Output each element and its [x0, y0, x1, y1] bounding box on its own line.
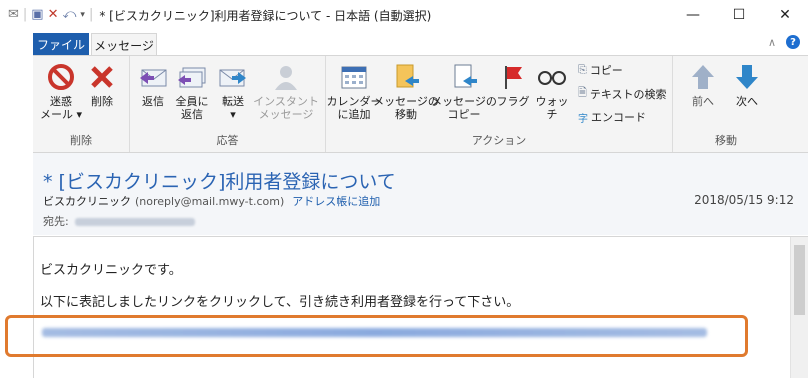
recipient-address-redacted: [74, 218, 195, 226]
flag-icon: [497, 62, 529, 92]
block-icon: [45, 62, 77, 92]
envelope-icon[interactable]: ✉: [8, 7, 19, 23]
group-delete: 迷惑 メール ▾ 削除 削除: [33, 56, 130, 152]
body-greeting: ビスカクリニックです。: [40, 263, 182, 278]
previous-label: 前へ: [692, 95, 714, 108]
close-button[interactable]: ✕: [762, 0, 808, 30]
group-label-delete: 削除: [70, 134, 92, 147]
group-actions: カレンダー に追加 メッセージの 移動 メッセージの コピー フラグ ウォッチ: [326, 56, 673, 152]
reply-icon[interactable]: ⤺: [63, 7, 77, 23]
recipient-line: 宛先:: [43, 213, 195, 229]
add-to-contacts-link[interactable]: アドレス帳に追加: [292, 195, 380, 208]
flag-button[interactable]: フラグ: [496, 62, 530, 108]
encoding-label: エンコード: [591, 111, 646, 124]
body-instruction: 以下に表記しましたリンクをクリックして、引き続き利用者登録を行って下さい。: [40, 295, 520, 310]
document-copy-icon: [448, 62, 480, 92]
reply-button[interactable]: 返信: [136, 62, 170, 108]
window-controls: — ☐ ✕: [670, 0, 808, 30]
copy-icon: ⎘: [578, 63, 587, 76]
save-icon[interactable]: ▣: [31, 7, 43, 23]
watch-label: ウォッチ: [535, 95, 569, 121]
title-bar: ✉ | ▣ ✕ ⤺ ▾ | * [ビスカクリニック]利用者登録について - 日本…: [0, 0, 808, 30]
folder-move-icon: [390, 62, 422, 92]
move-message-label: メッセージの 移動: [373, 95, 439, 121]
scrollbar-thumb[interactable]: [794, 245, 805, 315]
reply-envelope-icon: [137, 62, 169, 92]
encoding-button[interactable]: 字エンコード: [578, 109, 667, 125]
window-title: * [ビスカクリニック]利用者登録について - 日本語 (自動選択): [99, 8, 432, 23]
person-icon: [270, 62, 302, 92]
junk-button[interactable]: 迷惑 メール ▾: [39, 62, 83, 121]
sender-address: (noreply@mail.mwy-t.com): [135, 195, 285, 208]
delete-icon[interactable]: ✕: [48, 7, 59, 23]
encoding-icon: 字: [578, 113, 588, 125]
delete-label: 削除: [91, 95, 113, 108]
group-move: 前へ 次へ 移動: [673, 56, 779, 152]
sender-line: ビスカクリニック (noreply@mail.mwy-t.com) アドレス帳に追加: [43, 193, 380, 209]
help-icon[interactable]: ?: [786, 35, 800, 49]
reply-all-label: 全員に 返信: [175, 95, 209, 121]
to-label: 宛先:: [43, 215, 69, 228]
next-label: 次へ: [736, 95, 758, 108]
link-highlight-box: [5, 315, 748, 357]
copy-message-label: メッセージの コピー: [431, 95, 497, 121]
forward-button[interactable]: 転送 ▾: [216, 62, 250, 121]
ribbon-tabs: ファイル メッセージ ∧ ?: [0, 30, 808, 56]
quick-access-toolbar: ✉ | ▣ ✕ ⤺ ▾ |: [8, 7, 93, 23]
group-label-move: 移動: [715, 134, 737, 147]
reply-all-icon: [176, 62, 208, 92]
delete-button[interactable]: 削除: [85, 62, 119, 108]
next-button[interactable]: 次へ: [731, 62, 763, 108]
arrow-down-icon: [731, 62, 763, 92]
minimize-button[interactable]: —: [670, 0, 716, 30]
delete-x-icon: [86, 62, 118, 92]
move-message-button[interactable]: メッセージの 移動: [373, 62, 439, 121]
copy-label: コピー: [589, 64, 623, 77]
im-button[interactable]: インスタント メッセージ: [253, 62, 319, 121]
arrow-up-icon: [687, 62, 719, 92]
add-calendar-button[interactable]: カレンダー に追加: [327, 62, 382, 121]
copy-button[interactable]: ⎘ コピー: [578, 62, 667, 78]
flag-label: フラグ: [496, 95, 530, 108]
find-text-label: テキストの検索: [589, 87, 667, 101]
watch-button[interactable]: ウォッチ: [532, 62, 572, 121]
message-header: * [ビスカクリニック]利用者登録について ビスカクリニック (noreply@m…: [33, 153, 808, 235]
document-search-icon: 🗎: [578, 86, 587, 99]
dropdown-icon[interactable]: ▾: [80, 7, 85, 23]
small-actions: ⎘ コピー 🗎 テキストの検索 字エンコード: [578, 62, 667, 125]
vertical-scrollbar[interactable]: [790, 237, 808, 378]
forward-icon: [217, 62, 249, 92]
group-label-respond: 応答: [216, 134, 239, 147]
tab-file[interactable]: ファイル: [33, 33, 89, 56]
reply-label: 返信: [142, 95, 164, 108]
calendar-icon: [338, 62, 370, 92]
group-label-actions: アクション: [471, 134, 527, 147]
tab-message[interactable]: メッセージ: [91, 33, 157, 56]
glasses-icon: [536, 62, 568, 92]
sender-name[interactable]: ビスカクリニック: [43, 195, 131, 208]
separator: |: [88, 7, 94, 22]
forward-label: 転送 ▾: [222, 95, 244, 121]
collapse-ribbon-icon[interactable]: ∧: [768, 36, 776, 49]
group-respond: 返信 全員に 返信 転送 ▾ インスタント メッセージ 応答: [130, 56, 326, 152]
message-date: 2018/05/15 9:12: [694, 193, 794, 207]
message-subject: * [ビスカクリニック]利用者登録について: [43, 171, 396, 193]
separator: |: [22, 7, 28, 22]
previous-button[interactable]: 前へ: [687, 62, 719, 108]
ribbon: 迷惑 メール ▾ 削除 削除 返信 全員に 返信 転送 ▾ インスタント メッセ…: [33, 55, 808, 153]
junk-label: 迷惑 メール ▾: [39, 95, 83, 121]
im-label: インスタント メッセージ: [253, 95, 319, 121]
copy-message-button[interactable]: メッセージの コピー: [431, 62, 497, 121]
reply-all-button[interactable]: 全員に 返信: [174, 62, 210, 121]
maximize-button[interactable]: ☐: [716, 0, 762, 30]
find-text-button[interactable]: 🗎 テキストの検索: [578, 84, 667, 103]
